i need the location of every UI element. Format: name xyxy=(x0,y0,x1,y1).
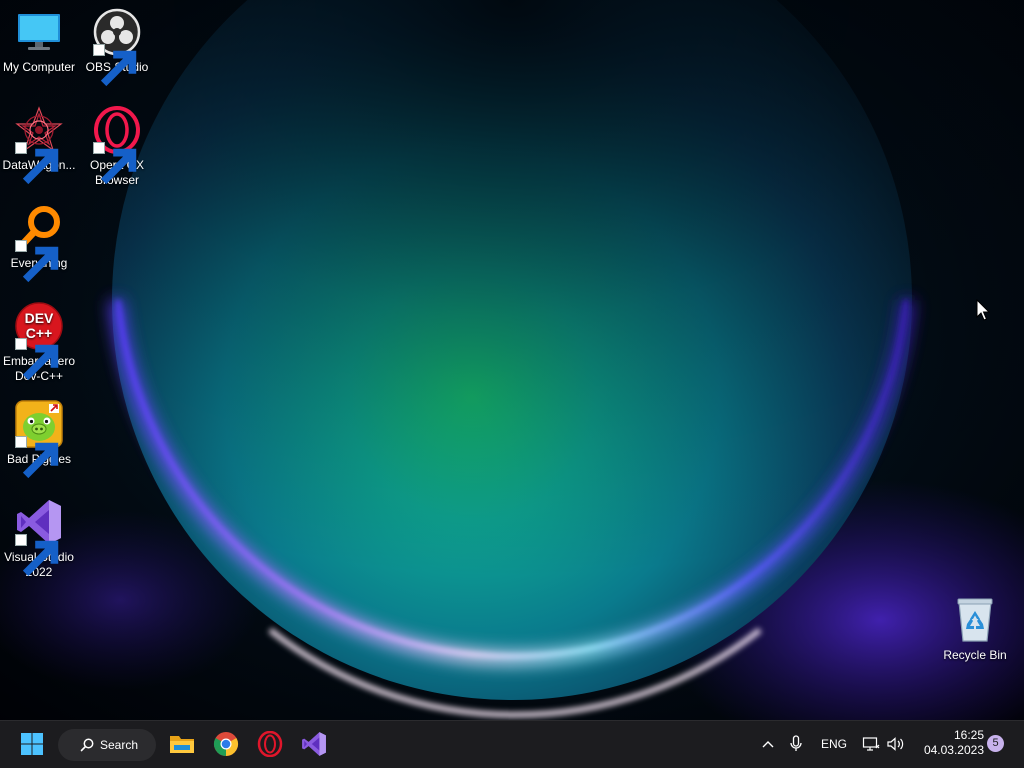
desktop-icon-everything[interactable]: Everything xyxy=(0,204,78,283)
clock-time: 16:25 xyxy=(953,728,984,742)
shortcut-arrow-icon xyxy=(15,240,59,283)
taskbar-clock[interactable]: 16:25 04.03.2023 xyxy=(912,728,984,758)
bad-piggies-icon xyxy=(15,400,63,479)
volume-icon xyxy=(887,737,904,751)
taskbar-search-button[interactable]: Search xyxy=(58,729,156,761)
opera-icon xyxy=(257,731,283,757)
microphone-icon xyxy=(790,735,802,751)
desktop-icon-my-computer[interactable]: My Computer xyxy=(0,8,78,75)
volume-button[interactable] xyxy=(886,733,906,755)
shortcut-arrow-icon xyxy=(93,44,137,87)
shortcut-arrow-icon xyxy=(93,142,137,185)
dev-cpp-badge-text: DEV xyxy=(25,310,54,326)
windows-start-icon xyxy=(21,733,43,755)
input-language-button[interactable]: ENG xyxy=(818,733,850,755)
shortcut-arrow-icon xyxy=(15,142,59,185)
taskbar-file-explorer[interactable] xyxy=(163,725,201,763)
obs-studio-icon xyxy=(93,8,141,87)
search-icon xyxy=(80,738,94,752)
network-button[interactable] xyxy=(862,733,880,755)
desktop-icon-obs-studio[interactable]: OBS Studio xyxy=(78,8,156,87)
opera-gx-icon xyxy=(93,106,141,185)
taskbar-opera[interactable] xyxy=(251,725,289,763)
desktop[interactable]: My Computer OBS Studio DataWagon... Oper… xyxy=(0,0,1024,720)
everything-search-icon xyxy=(15,204,63,283)
desktop-icon-opera-gx[interactable]: Opera GX Browser xyxy=(78,106,156,188)
dev-cpp-icon: DEV C++ xyxy=(15,302,63,381)
visual-studio-icon xyxy=(302,732,326,756)
taskbar-visual-studio[interactable] xyxy=(295,725,333,763)
desktop-icon-datawagon[interactable]: DataWagon... xyxy=(0,106,78,185)
desktop-icon-label: Recycle Bin xyxy=(943,648,1007,662)
search-label: Search xyxy=(100,738,139,752)
shortcut-arrow-icon xyxy=(15,436,59,479)
shortcut-arrow-icon xyxy=(15,534,59,577)
network-icon xyxy=(862,737,880,751)
microphone-button[interactable] xyxy=(787,733,805,755)
chevron-up-icon xyxy=(762,741,774,748)
taskbar: Search ENG 16:25 04.03.2023 xyxy=(0,720,1024,768)
folder-icon xyxy=(170,736,194,753)
monitor-icon xyxy=(15,8,63,56)
desktop-icon-bad-piggies[interactable]: Bad Piggies xyxy=(0,400,78,479)
shortcut-arrow-icon xyxy=(15,338,59,381)
taskbar-chrome[interactable] xyxy=(207,725,245,763)
clock-date: 04.03.2023 xyxy=(923,743,984,757)
notification-count-badge[interactable]: 5 xyxy=(987,735,1004,752)
chrome-icon xyxy=(213,732,239,756)
visual-studio-icon xyxy=(15,498,63,577)
show-hidden-icons-button[interactable] xyxy=(758,733,778,755)
desktop-icon-recycle-bin[interactable]: Recycle Bin xyxy=(936,596,1014,663)
desktop-icon-dev-cpp[interactable]: DEV C++ Embarcadero Dev-C++ xyxy=(0,302,78,384)
datawagon-icon xyxy=(15,106,63,185)
desktop-icon-label: My Computer xyxy=(2,60,76,74)
recycle-bin-icon xyxy=(951,596,999,644)
start-button[interactable] xyxy=(13,725,51,763)
mouse-cursor-icon xyxy=(976,299,990,321)
desktop-icon-visual-studio[interactable]: Visual Studio 2022 xyxy=(0,498,78,580)
